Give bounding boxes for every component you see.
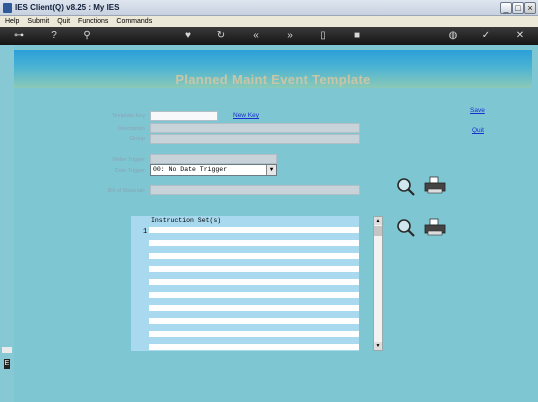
group-label: Group (129, 136, 145, 142)
bill-of-materials-label: Bill of Materials (107, 188, 145, 194)
forward-icon[interactable]: » (284, 30, 296, 42)
meter-trigger-label: Meter Trigger (112, 157, 145, 163)
key-icon[interactable]: ⊶ (8, 30, 30, 42)
heart-icon[interactable]: ♥ (182, 30, 194, 42)
left-strip-marker[interactable]: E (4, 359, 10, 369)
bill-of-materials-input[interactable] (150, 185, 360, 195)
refresh-icon[interactable]: ↻ (215, 30, 227, 42)
printer-icon[interactable] (424, 176, 446, 194)
close-window-button[interactable]: × (524, 2, 536, 14)
template-key-input[interactable] (150, 111, 218, 121)
new-key-link[interactable]: New Key (233, 112, 259, 119)
rewind-icon[interactable]: « (250, 30, 262, 42)
maximize-button[interactable]: □ (512, 2, 524, 14)
menu-functions[interactable]: Functions (78, 18, 108, 25)
globe-icon[interactable]: ◍ (447, 30, 459, 42)
grid-row[interactable] (149, 240, 359, 246)
grid-row[interactable] (149, 279, 359, 285)
menu-submit[interactable]: Submit (27, 18, 49, 25)
template-key-label: Template Key (111, 113, 145, 119)
main-content: E Planned Maint Event Template Template … (0, 45, 538, 402)
app-icon (3, 3, 12, 13)
grid-row-number: 1 (143, 228, 148, 236)
grid-row[interactable] (149, 305, 359, 311)
save-link[interactable]: Save (470, 107, 485, 114)
page-banner: Planned Maint Event Template (14, 50, 532, 88)
close-icon[interactable]: ✕ (514, 30, 526, 42)
date-trigger-select[interactable]: 00: No Date Trigger ▼ (150, 164, 277, 176)
magnifier-icon[interactable] (396, 177, 416, 197)
chevron-down-icon[interactable]: ▼ (266, 165, 276, 175)
window-title: IES Client(Q) v8.25 : My IES (15, 3, 120, 12)
date-trigger-label: Date Trigger (114, 168, 145, 174)
left-strip: E (0, 45, 14, 402)
scroll-up-icon[interactable]: ▲ (374, 217, 382, 225)
grid-scrollbar[interactable]: ▲ ▼ (373, 216, 383, 351)
grid-row[interactable] (149, 227, 359, 233)
toolbar: ⊶ ? ⚲ ♥ ↻ « » ▯ ■ ◍ ✓ ✕ (0, 27, 538, 45)
square-icon[interactable]: ■ (351, 30, 363, 42)
printer-icon[interactable] (424, 218, 446, 236)
grid-row-header (131, 216, 149, 351)
grid-row[interactable] (149, 331, 359, 337)
meter-trigger-input[interactable] (150, 154, 277, 164)
quit-link[interactable]: Quit (472, 127, 484, 134)
grid-row[interactable] (149, 318, 359, 324)
minimize-button[interactable]: _ (500, 2, 512, 14)
scroll-down-icon[interactable]: ▼ (374, 342, 382, 350)
date-trigger-value: 00: No Date Trigger (153, 166, 228, 173)
help-icon[interactable]: ? (48, 30, 60, 42)
document-icon[interactable]: ▯ (317, 30, 329, 42)
grid-row[interactable] (149, 266, 359, 272)
menu-commands[interactable]: Commands (116, 18, 152, 25)
menu-help[interactable]: Help (5, 18, 19, 25)
scroll-thumb[interactable] (374, 226, 382, 236)
page-title: Planned Maint Event Template (175, 72, 371, 87)
title-bar: IES Client(Q) v8.25 : My IES _ □ × (0, 0, 538, 16)
description-input[interactable] (150, 123, 360, 133)
check-icon[interactable]: ✓ (480, 30, 492, 42)
grid-row[interactable] (149, 253, 359, 259)
grid-column-header: Instruction Set(s) (149, 216, 359, 226)
left-strip-tab[interactable] (2, 347, 12, 353)
magnifier-icon[interactable] (396, 218, 416, 238)
instruction-set-grid[interactable]: Instruction Set(s) (149, 216, 359, 351)
grid-row[interactable] (149, 344, 359, 350)
menu-bar: Help Submit Quit Functions Commands (0, 16, 538, 27)
menu-quit[interactable]: Quit (57, 18, 70, 25)
search-icon[interactable]: ⚲ (81, 30, 93, 42)
description-label: Description (117, 126, 145, 132)
grid-row[interactable] (149, 292, 359, 298)
group-input[interactable] (150, 134, 360, 144)
